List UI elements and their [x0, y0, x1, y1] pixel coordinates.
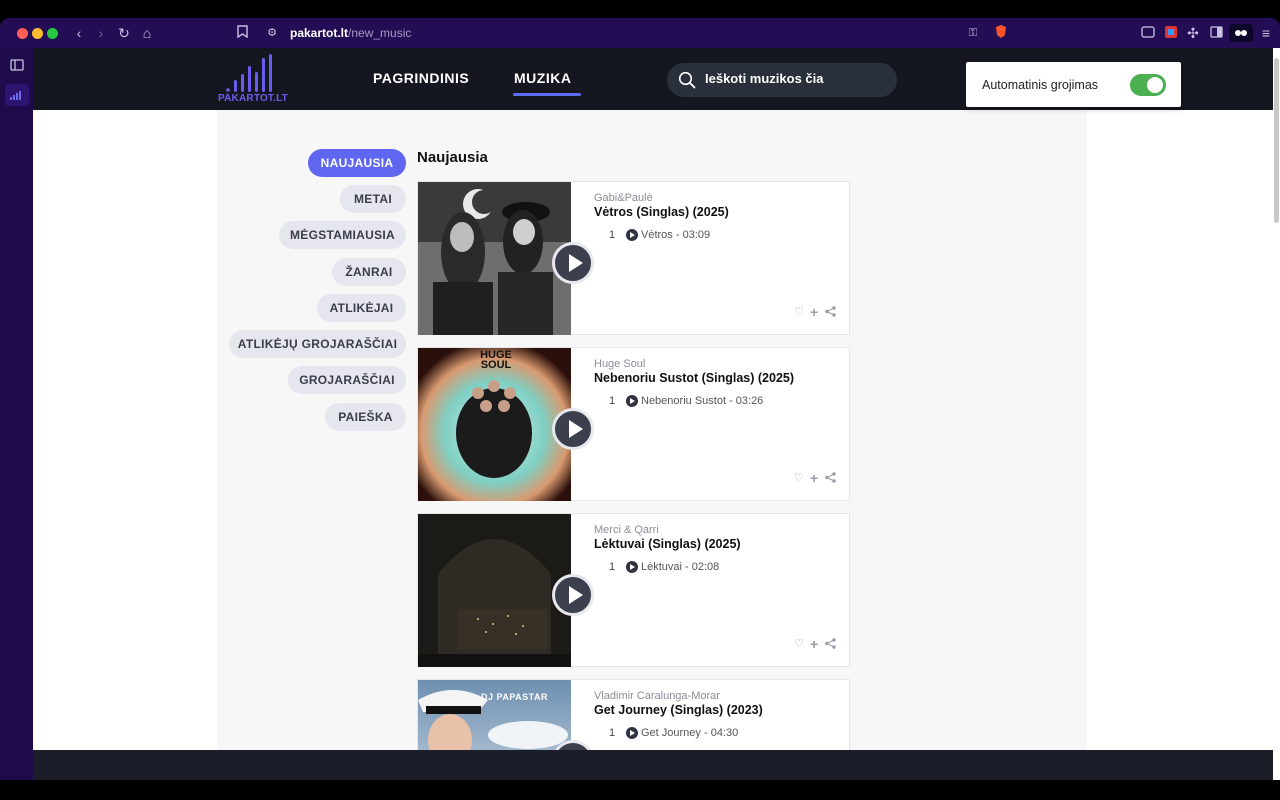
category-metai[interactable]: METAI	[340, 185, 406, 213]
site-settings-icon[interactable]: ⚙	[265, 24, 279, 42]
album-title[interactable]: Get Journey (Singlas) (2023)	[594, 703, 763, 717]
play-album-button[interactable]	[552, 242, 594, 284]
site-footer	[33, 750, 1273, 780]
close-window-button[interactable]	[17, 28, 28, 39]
cover-text: HUGE SOUL	[480, 349, 512, 371]
track-number: 1	[609, 561, 616, 573]
autoplay-label: Automatinis grojimas	[982, 78, 1099, 92]
brave-shield-icon[interactable]	[993, 24, 1009, 42]
back-icon[interactable]: ‹	[72, 24, 86, 42]
address-bar[interactable]: pakartot.lt/new_music	[290, 26, 411, 40]
album-actions: ♡ +	[794, 637, 838, 652]
album-cover[interactable]	[418, 514, 571, 667]
play-track-icon[interactable]	[626, 395, 638, 407]
track-number: 1	[609, 229, 616, 241]
track-name[interactable]: Vėtros - 03:09	[641, 229, 710, 241]
search-icon	[678, 71, 696, 89]
plus-icon[interactable]: +	[810, 637, 818, 651]
album-cover[interactable]	[418, 182, 571, 335]
album-card: DJ PAPASTAR Vladimir Caralunga-Morar Get…	[417, 679, 850, 751]
play-album-button[interactable]	[552, 574, 594, 616]
extension-icon[interactable]	[1139, 24, 1157, 42]
album-artist[interactable]: Gabi&Paulė	[594, 192, 653, 204]
album-cover[interactable]: DJ PAPASTAR	[418, 680, 571, 751]
track-number: 1	[609, 395, 616, 407]
search-input[interactable]	[705, 71, 885, 86]
heart-icon[interactable]: ♡	[794, 306, 804, 318]
plus-icon[interactable]: +	[810, 305, 818, 319]
section-title: Naujausia	[417, 149, 488, 166]
url-path: /new_music	[348, 26, 412, 40]
search-box[interactable]	[667, 63, 897, 97]
autoplay-popup: Automatinis grojimas	[966, 62, 1181, 107]
category-zanrai[interactable]: ŽANRAI	[332, 258, 406, 286]
translate-extension-icon[interactable]	[1162, 24, 1180, 42]
play-album-button[interactable]	[552, 408, 594, 450]
key-icon[interactable]: ⚿	[964, 24, 982, 42]
share-icon[interactable]	[825, 638, 836, 652]
plus-icon[interactable]: +	[810, 471, 818, 485]
category-grojarasciai[interactable]: GROJARAŠČIAI	[288, 366, 406, 394]
share-icon[interactable]	[825, 306, 836, 320]
album-title[interactable]: Lėktuvai (Singlas) (2025)	[594, 537, 741, 551]
minimize-window-button[interactable]	[32, 28, 43, 39]
album-artist[interactable]: Huge Soul	[594, 358, 645, 370]
browser-sidebar	[0, 48, 33, 780]
pinned-tab-pakartot[interactable]	[5, 84, 29, 106]
category-paieska[interactable]: PAIEŠKA	[325, 403, 406, 431]
play-track-icon[interactable]	[626, 561, 638, 573]
album-actions: ♡ +	[794, 305, 838, 320]
album-card: Gabi&Paulė Vėtros (Singlas) (2025) 1 Vėt…	[417, 181, 850, 335]
browser-window: ‹ › ↻ ⌂ ⚙ pakartot.lt/new_music ⚿ ✣ ≡ PA…	[0, 18, 1280, 780]
category-megstamiausia[interactable]: MĖGSTAMIAUSIA	[279, 221, 406, 249]
nav-active-indicator	[513, 93, 581, 96]
album-card: Merci & Qarri Lėktuvai (Singlas) (2025) …	[417, 513, 850, 667]
album-artist[interactable]: Merci & Qarri	[594, 524, 659, 536]
track-number: 1	[609, 727, 616, 739]
album-title[interactable]: Nebenoriu Sustot (Singlas) (2025)	[594, 371, 794, 385]
track-name[interactable]: Nebenoriu Sustot - 03:26	[641, 395, 763, 407]
sidebar-toggle-icon[interactable]	[1208, 24, 1224, 42]
maximize-window-button[interactable]	[47, 28, 58, 39]
puzzle-icon[interactable]: ✣	[1185, 24, 1201, 42]
category-atlikeju-grojarasciai[interactable]: ATLIKĖJŲ GROJARAŠČIAI	[229, 330, 406, 358]
sidebar-panel-icon[interactable]	[10, 58, 24, 76]
forward-icon[interactable]: ›	[94, 24, 108, 42]
heart-icon[interactable]: ♡	[794, 638, 804, 650]
share-icon[interactable]	[825, 472, 836, 486]
site-logo[interactable]: PAKARTOT.LT	[217, 52, 289, 108]
album-artist[interactable]: Vladimir Caralunga-Morar	[594, 690, 720, 702]
wallet-icon[interactable]	[1229, 24, 1253, 42]
scrollbar-thumb[interactable]	[1274, 58, 1279, 223]
nav-muzika[interactable]: MUZIKA	[514, 70, 571, 86]
track-name[interactable]: Get Journey - 04:30	[641, 727, 738, 739]
album-title[interactable]: Vėtros (Singlas) (2025)	[594, 205, 729, 219]
url-host: pakartot.lt	[290, 26, 349, 40]
autoplay-toggle[interactable]	[1130, 74, 1166, 96]
category-naujausia[interactable]: NAUJAUSIA	[308, 149, 406, 177]
category-atlikejai[interactable]: ATLIKĖJAI	[317, 294, 406, 322]
cover-text: DJ PAPASTAR	[481, 692, 549, 702]
home-icon[interactable]: ⌂	[139, 24, 155, 42]
play-track-icon[interactable]	[626, 727, 638, 739]
album-cover[interactable]: HUGE SOUL	[418, 348, 571, 501]
album-actions: ♡ +	[794, 471, 838, 486]
nav-pagrindinis[interactable]: PAGRINDINIS	[373, 70, 469, 86]
logo-text: PAKARTOT.LT	[218, 93, 288, 104]
reload-icon[interactable]: ↻	[116, 24, 132, 42]
browser-toolbar: ‹ › ↻ ⌂ ⚙ pakartot.lt/new_music ⚿ ✣ ≡	[0, 18, 1280, 48]
menu-icon[interactable]: ≡	[1258, 24, 1274, 42]
play-track-icon[interactable]	[626, 229, 638, 241]
heart-icon[interactable]: ♡	[794, 472, 804, 484]
track-name[interactable]: Lėktuvai - 02:08	[641, 561, 719, 573]
album-card: HUGE SOUL Huge Soul Nebenoriu Sustot (Si…	[417, 347, 850, 501]
bookmark-icon[interactable]	[235, 24, 249, 42]
